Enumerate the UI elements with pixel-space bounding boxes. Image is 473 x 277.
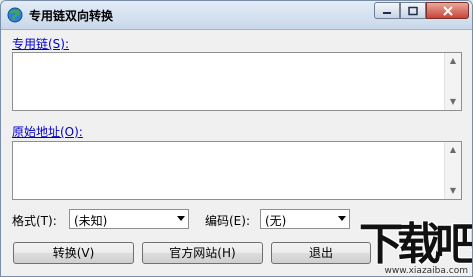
format-selected-value: (未知) [74, 214, 108, 228]
original-address-input[interactable] [13, 142, 444, 199]
maximize-button[interactable] [400, 2, 426, 19]
main-window: 专用链双向转换 专用链(S): ▲ ▼ 原始地址(O): ▲ ▼ 格式(T): … [0, 0, 473, 277]
encoding-select[interactable]: (无) [260, 209, 350, 229]
exit-button[interactable]: 退出 [271, 242, 371, 264]
original-address-scrollbar[interactable]: ▲ ▼ [444, 142, 461, 199]
scroll-down-icon[interactable]: ▼ [445, 183, 461, 199]
chevron-down-icon [338, 216, 346, 221]
encoding-selected-value: (无) [265, 214, 287, 228]
watermark-logo-text: 下载吧 [359, 219, 473, 270]
scroll-down-icon[interactable]: ▼ [445, 94, 461, 110]
format-select[interactable]: (未知) [69, 209, 189, 229]
maximize-icon [408, 6, 418, 15]
encoding-label: 编码(E): [205, 214, 250, 228]
window-title: 专用链双向转换 [29, 9, 114, 23]
close-button[interactable] [426, 2, 469, 19]
globe-icon [7, 7, 23, 23]
scroll-up-icon[interactable]: ▲ [445, 142, 461, 158]
original-address-label[interactable]: 原始地址(O): [12, 123, 83, 140]
official-site-button[interactable]: 官方网站(H) [142, 242, 263, 264]
format-label: 格式(T): [12, 214, 57, 228]
chevron-down-icon [177, 216, 185, 221]
private-link-scrollbar[interactable]: ▲ ▼ [444, 53, 461, 110]
minimize-icon [383, 11, 391, 14]
private-link-input[interactable] [13, 53, 444, 110]
private-link-textarea-frame: ▲ ▼ [12, 52, 462, 111]
private-link-label[interactable]: 专用链(S): [12, 35, 69, 52]
original-address-textarea-frame: ▲ ▼ [12, 141, 462, 200]
watermark-url: www.xiazaiba.com [384, 266, 468, 276]
minimize-button[interactable] [374, 2, 400, 19]
watermark-logo: 下载吧 www.xiazaiba.com [355, 208, 473, 276]
close-icon [442, 5, 453, 16]
convert-button[interactable]: 转换(V) [13, 242, 134, 264]
scroll-up-icon[interactable]: ▲ [445, 53, 461, 69]
title-bar[interactable]: 专用链双向转换 [1, 1, 472, 30]
